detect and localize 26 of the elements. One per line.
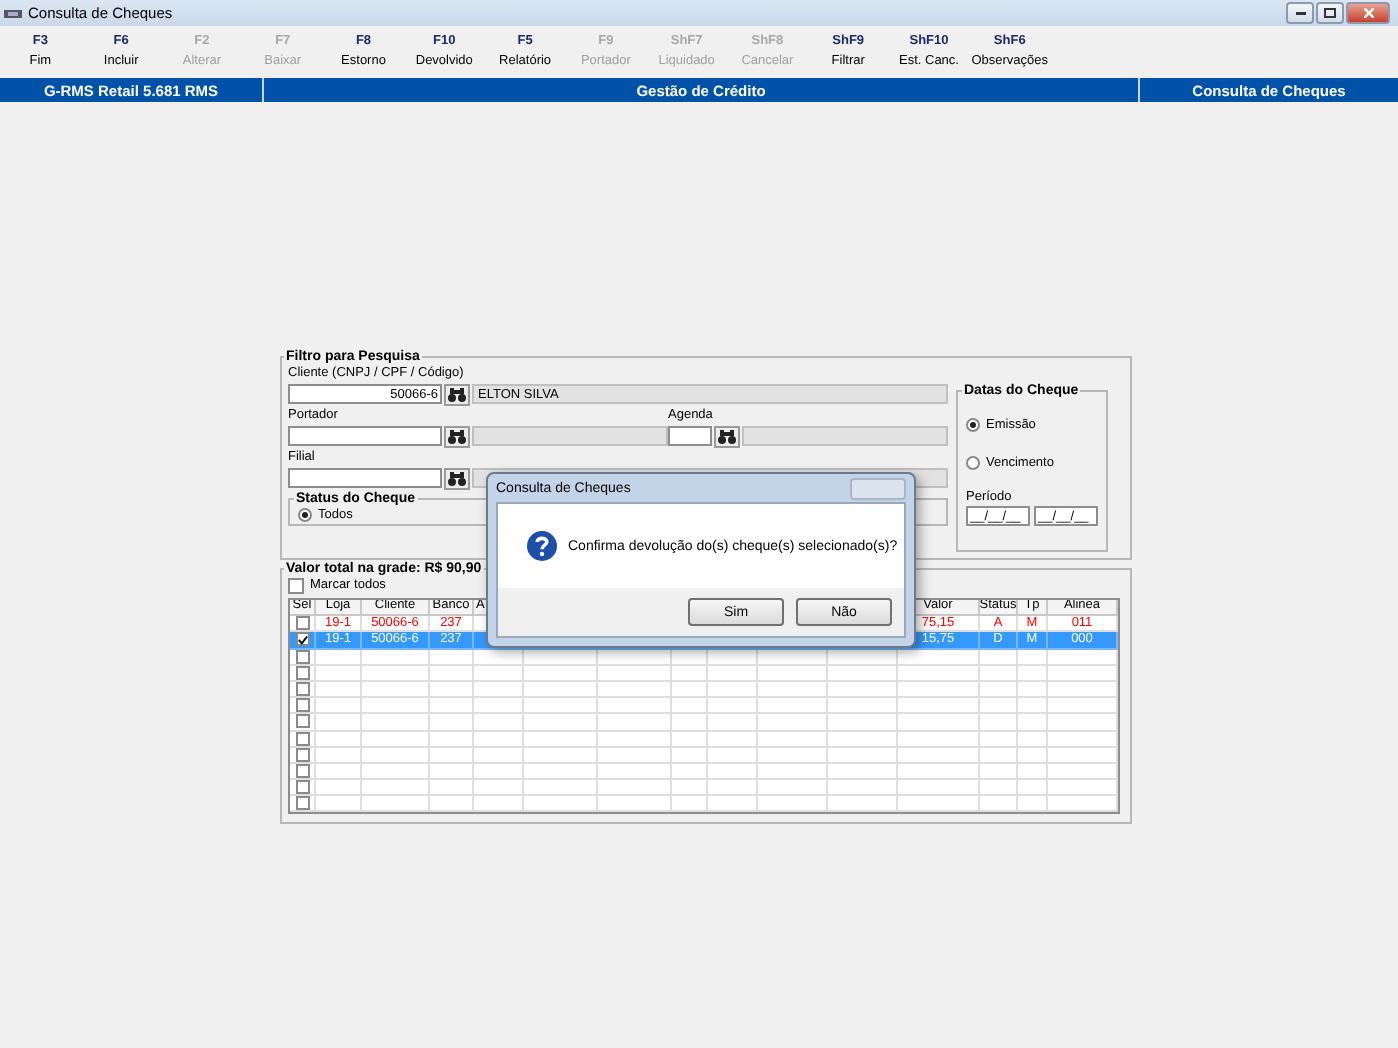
minimize-button[interactable] (1286, 2, 1314, 24)
search-button[interactable] (444, 425, 470, 447)
input-field[interactable] (668, 426, 712, 446)
binoculars-icon (448, 429, 466, 443)
row-checkbox[interactable] (295, 616, 309, 631)
search-button[interactable] (444, 467, 470, 489)
question-icon (526, 530, 558, 562)
close-icon (1363, 8, 1373, 18)
binoculars-icon (448, 387, 466, 401)
binoculars-icon (448, 471, 466, 485)
search-button[interactable] (444, 383, 470, 405)
binoculars-icon (718, 429, 736, 443)
app-icon (4, 7, 22, 19)
maximize-button[interactable] (1316, 2, 1344, 24)
minimize-icon (1295, 11, 1305, 15)
maximize-icon (1324, 8, 1336, 18)
input-field[interactable] (288, 426, 442, 446)
row-checkbox[interactable] (295, 780, 309, 795)
search-button[interactable] (714, 425, 740, 447)
row-checkbox[interactable] (295, 682, 309, 697)
row-checkbox[interactable] (295, 632, 309, 647)
close-button[interactable] (1346, 2, 1390, 24)
input-field[interactable] (288, 468, 442, 488)
row-checkbox[interactable] (295, 698, 309, 713)
row-checkbox[interactable] (295, 714, 309, 729)
row-checkbox[interactable] (295, 796, 309, 811)
